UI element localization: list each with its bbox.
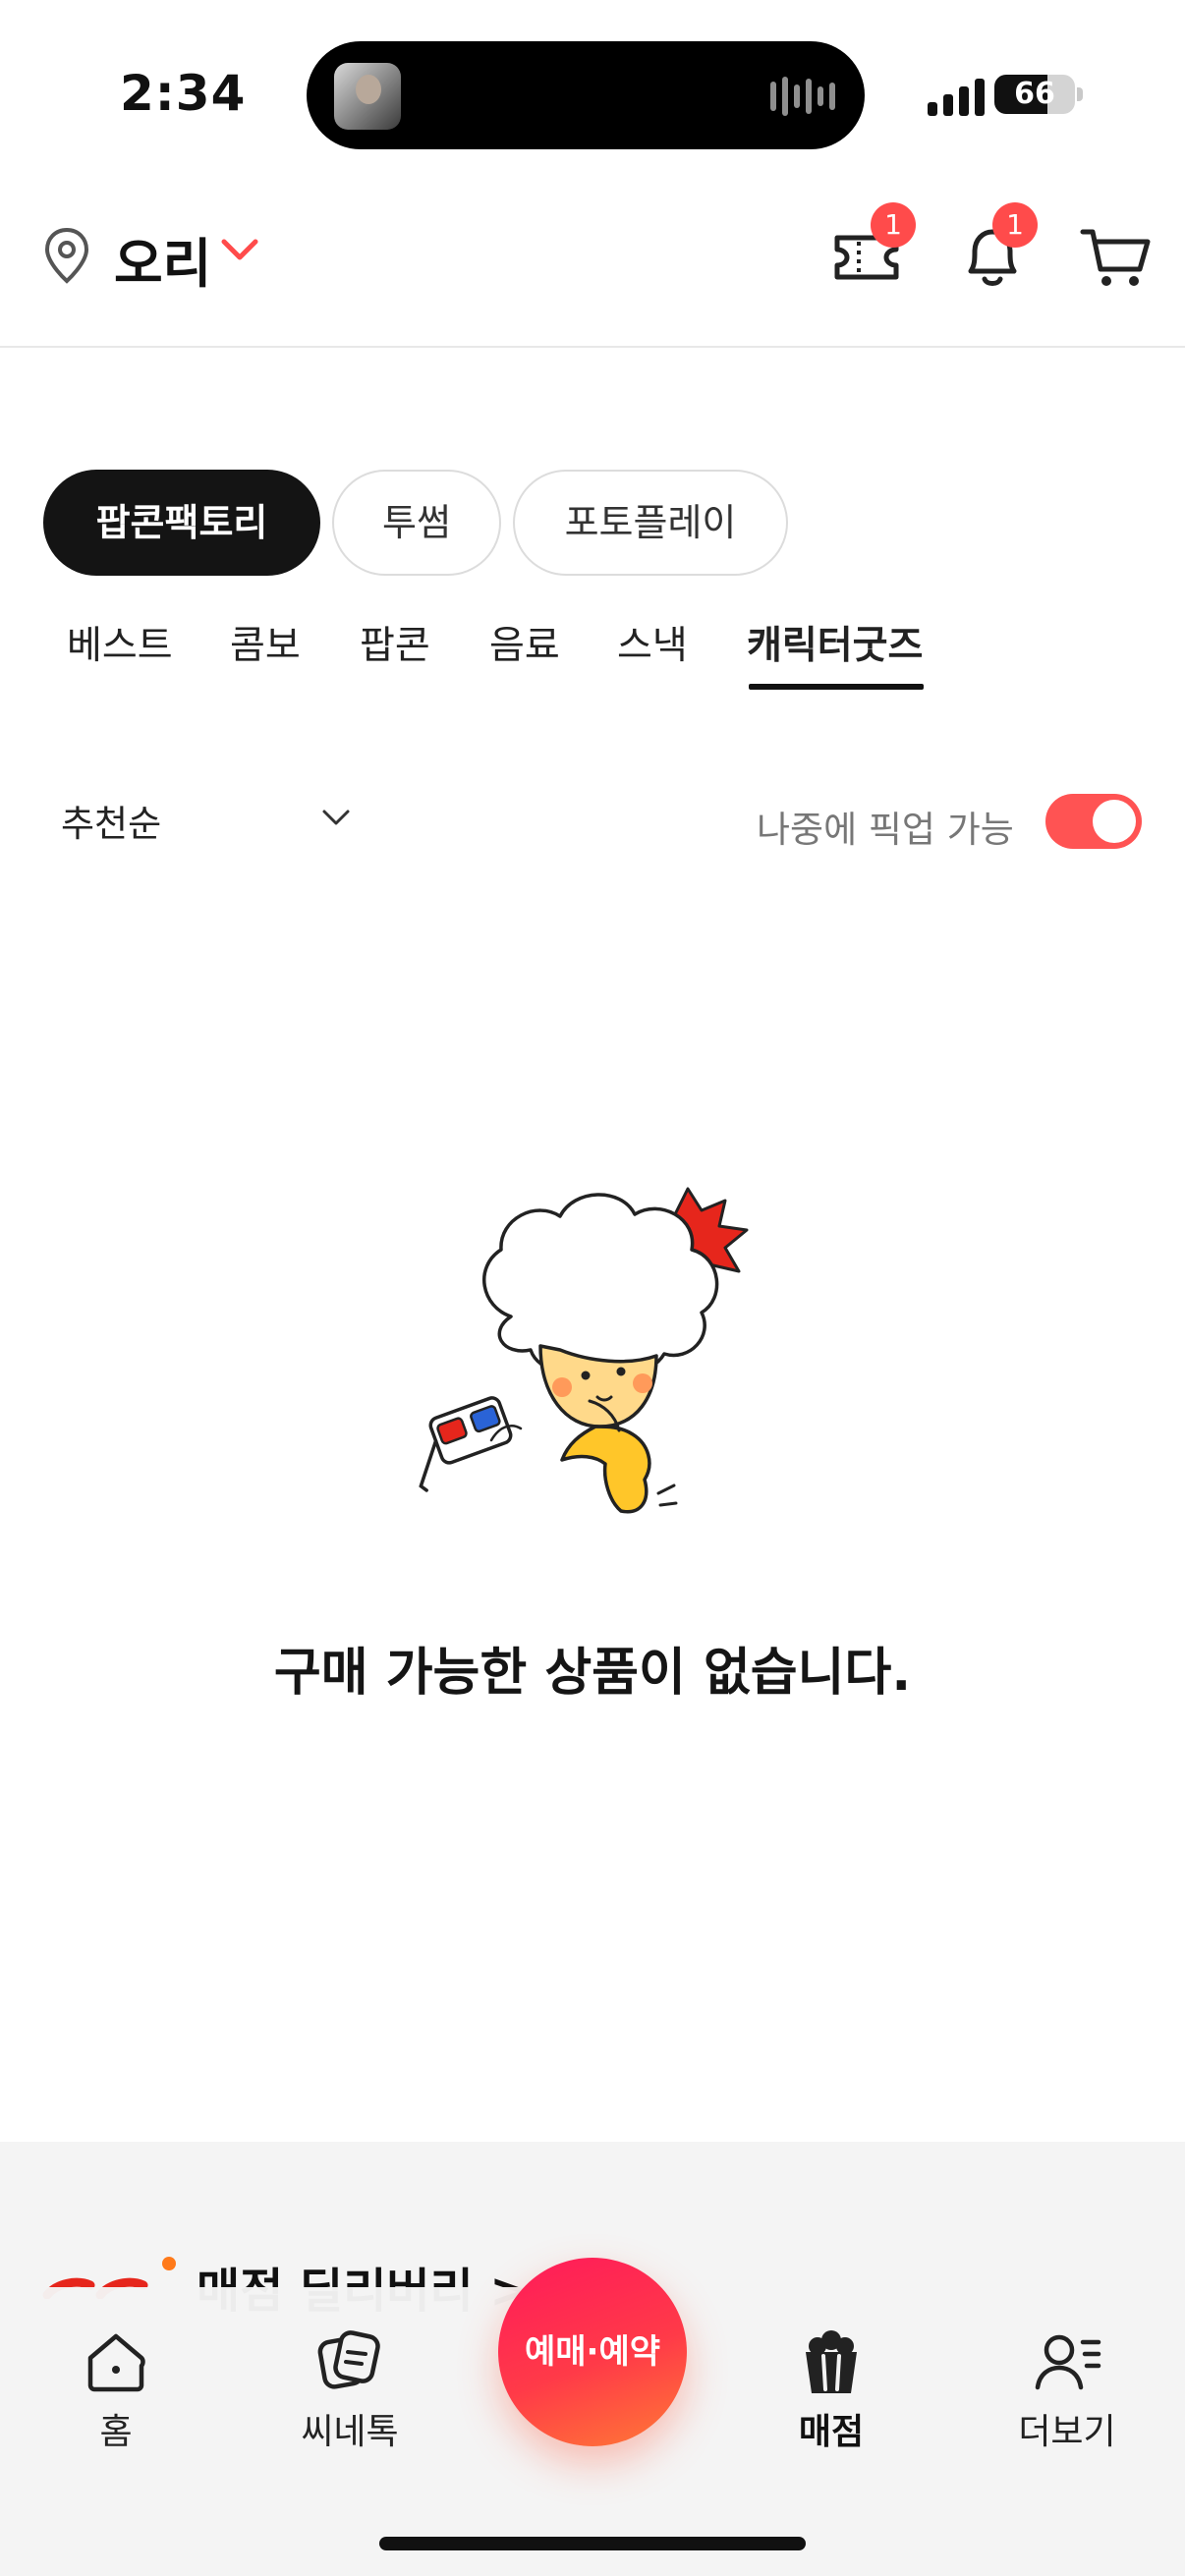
ticket-badge: 1 [871,202,916,248]
dynamic-island[interactable] [307,41,865,149]
nav-home[interactable]: 홈 [37,2324,195,2454]
tab-combo[interactable]: 콤보 [230,615,301,670]
now-playing-artwork [334,63,401,130]
toggle-knob [1093,800,1136,843]
cellular-signal-icon [928,77,985,116]
tab-snack[interactable]: 스낵 [617,615,688,670]
tab-drink[interactable]: 음료 [489,615,560,670]
status-bar: 2:34 66 [0,0,1185,187]
nav-more[interactable]: 더보기 [988,2324,1146,2454]
pickup-later-toggle[interactable] [1045,794,1142,849]
tab-best[interactable]: 베스트 [67,615,173,670]
audio-waveform-icon [770,75,835,118]
chip-photoplay[interactable]: 포토플레이 [513,470,788,576]
cart-icon[interactable] [1077,216,1156,295]
tab-popcorn[interactable]: 팝콘 [360,615,430,670]
battery-icon: 66 [994,75,1075,114]
cinetalk-icon [317,2330,380,2389]
reserve-button[interactable]: 예매·예약 [498,2258,687,2446]
nav-home-label: 홈 [99,2412,133,2452]
home-indicator[interactable] [379,2537,806,2550]
category-tabs: 베스트 콤보 팝콘 음료 스낵 캐릭터굿즈 [0,609,1185,698]
location-pin-icon[interactable] [41,226,92,285]
pickup-later-label: 나중에 픽업 가능 [757,809,1014,851]
popcorn-mascot-illustration [419,1187,749,1514]
bell-badge: 1 [992,202,1038,248]
location-selector[interactable]: 오리 [114,220,211,298]
nav-store-label: 매점 [798,2412,865,2452]
more-user-icon [1035,2334,1101,2390]
empty-state-message: 구매 가능한 상품이 없습니다. [273,1644,912,1703]
chip-twosome[interactable]: 투썸 [332,470,501,576]
status-time: 2:34 [120,65,247,122]
nav-store[interactable]: 매점 [753,2324,910,2454]
popcorn-icon [806,2330,857,2393]
nav-cinetalk-label: 씨네톡 [301,2412,399,2452]
sort-dropdown[interactable]: 추천순 [61,794,161,847]
chevron-down-icon[interactable] [218,236,261,265]
chevron-down-icon[interactable] [316,804,356,833]
nav-cinetalk[interactable]: 씨네톡 [271,2324,428,2454]
battery-percent: 66 [1014,77,1055,111]
battery-cap [1077,87,1083,101]
active-tab-indicator [749,684,924,690]
app-header: 오리 1 1 [0,187,1185,348]
nav-more-label: 더보기 [1018,2412,1116,2452]
chip-popcorn-factory[interactable]: 팝콘팩토리 [43,470,320,576]
home-icon [87,2333,145,2392]
store-page: 2:34 66 오리 1 1 팝콘팩토리 투썸 포토플레이 베스트 콤보 팝콘 … [0,0,1185,2576]
tab-character-goods[interactable]: 캐릭터굿즈 [747,615,923,670]
